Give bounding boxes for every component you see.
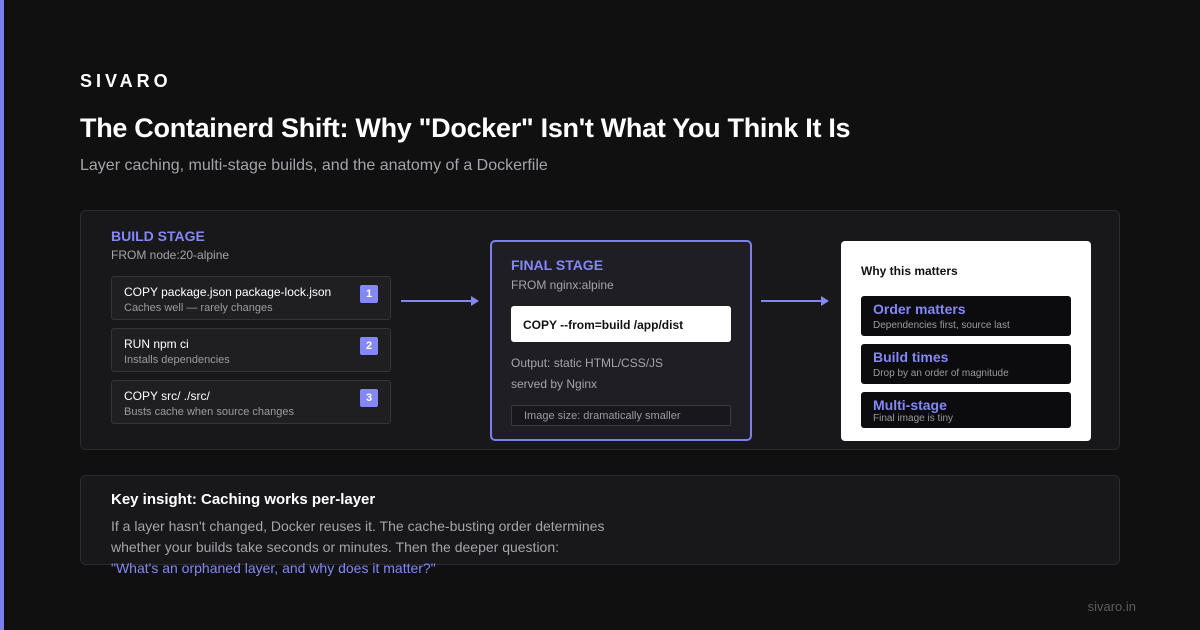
- insight-body: If a layer hasn't changed, Docker reuses…: [111, 516, 604, 579]
- page-subtitle: Layer caching, multi-stage builds, and t…: [80, 157, 548, 174]
- layer-command: COPY package.json package-lock.json: [124, 285, 332, 299]
- why-item-heading: Multi-stage: [873, 397, 947, 413]
- layer-number-badge: 3: [360, 389, 378, 407]
- final-stage-label: FINAL STAGE: [511, 257, 604, 273]
- final-stage-card: FINAL STAGE FROM nginx:alpine COPY --fro…: [490, 240, 752, 441]
- why-item-heading: Order matters: [873, 301, 966, 317]
- insight-quote: "What's an orphaned layer, and why does …: [111, 560, 436, 576]
- output-description: Output: static HTML/CSS/JS served by Ngi…: [511, 353, 663, 395]
- layer-note: Caches well — rarely changes: [124, 302, 273, 314]
- layer-card: RUN npm ci Installs dependencies 2: [111, 328, 391, 372]
- image-size-box: Image size: dramatically smaller: [511, 405, 731, 426]
- insight-title: Key insight: Caching works per-layer: [111, 491, 376, 508]
- brand-logo: SIVARO: [80, 71, 172, 91]
- image-size-text: Image size: dramatically smaller: [524, 410, 681, 422]
- arrow-right-icon: [761, 296, 829, 306]
- insight-line: whether your builds take seconds or minu…: [111, 539, 560, 555]
- why-panel: Why this matters Order matters Dependenc…: [841, 241, 1091, 441]
- arrow-right-icon: [401, 296, 479, 306]
- insight-line: If a layer hasn't changed, Docker reuses…: [111, 518, 605, 534]
- build-stage-label: BUILD STAGE: [111, 228, 205, 244]
- layer-card: COPY package.json package-lock.json Cach…: [111, 276, 391, 320]
- accent-bar: [0, 0, 4, 630]
- why-item: Multi-stage Final image is tiny: [861, 392, 1071, 428]
- layer-command: COPY src/ ./src/: [124, 389, 210, 403]
- layer-note: Busts cache when source changes: [124, 406, 294, 418]
- why-item-detail: Drop by an order of magnitude: [873, 368, 1009, 379]
- build-stage-from: FROM node:20-alpine: [111, 248, 230, 262]
- copy-command: COPY --from=build /app/dist: [523, 318, 684, 332]
- output-line: served by Nginx: [511, 377, 598, 391]
- why-item-heading: Build times: [873, 349, 949, 365]
- page-title: The Containerd Shift: Why "Docker" Isn't…: [80, 113, 851, 143]
- layer-command: RUN npm ci: [124, 337, 189, 351]
- final-stage-from: FROM nginx:alpine: [511, 278, 614, 292]
- why-item-detail: Final image is tiny: [873, 413, 954, 424]
- footer-url: sivaro.in: [1087, 599, 1136, 614]
- key-insight-panel: Key insight: Caching works per-layer If …: [80, 475, 1120, 576]
- layer-number-badge: 2: [360, 337, 378, 355]
- layer-card: COPY src/ ./src/ Busts cache when source…: [111, 380, 391, 424]
- why-item: Order matters Dependencies first, source…: [861, 296, 1071, 336]
- layer-note: Installs dependencies: [124, 354, 230, 366]
- why-title: Why this matters: [861, 264, 958, 278]
- why-item-detail: Dependencies first, source last: [873, 320, 1010, 331]
- dockerfile-diagram: BUILD STAGE FROM node:20-alpine COPY pac…: [80, 210, 1120, 450]
- layer-number-badge: 1: [360, 285, 378, 303]
- copy-command-box: COPY --from=build /app/dist: [511, 306, 731, 342]
- why-item: Build times Drop by an order of magnitud…: [861, 344, 1071, 384]
- output-line: Output: static HTML/CSS/JS: [511, 356, 664, 370]
